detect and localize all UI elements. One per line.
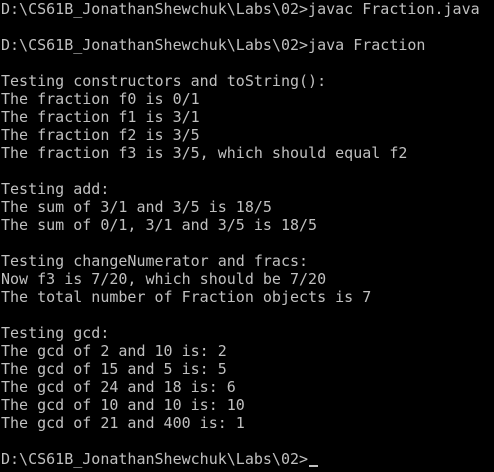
console-line-output: Testing constructors and toString():: [1, 72, 327, 90]
console-line-blank: [0, 162, 494, 180]
text-cursor: [309, 465, 319, 467]
console-prompt: D:\CS61B_JonathanShewchuk\Labs\02>: [1, 450, 309, 468]
console-line-output: Testing changeNumerator and fracs:: [1, 252, 309, 270]
console-line-output: Testing add:: [1, 180, 110, 198]
console-line-blank: [0, 54, 494, 72]
console-line-output: The fraction f2 is 3/5: [1, 126, 200, 144]
console-line-output: The fraction f0 is 0/1: [1, 90, 200, 108]
console-line-output: The gcd of 24 and 18 is: 6: [1, 378, 236, 396]
console-line-output: The gcd of 21 and 400 is: 1: [1, 414, 245, 432]
console-window[interactable]: D:\CS61B_JonathanShewchuk\Labs\02>javac …: [0, 0, 494, 472]
console-line-output: Now f3 is 7/20, which should be 7/20: [1, 270, 327, 288]
console-line-output: The gcd of 10 and 10 is: 10: [1, 396, 245, 414]
console-prompt-line[interactable]: D:\CS61B_JonathanShewchuk\Labs\02>: [0, 450, 494, 468]
console-line-blank: [0, 18, 494, 36]
console-line-output: Testing gcd:: [1, 324, 110, 342]
console-line-output: The gcd of 15 and 5 is: 5: [1, 360, 227, 378]
console-line-output: The fraction f1 is 3/1: [1, 108, 200, 126]
console-line-output: The sum of 3/1 and 3/5 is 18/5: [1, 198, 272, 216]
console-line-javac-command: D:\CS61B_JonathanShewchuk\Labs\02>javac …: [1, 0, 480, 18]
console-line-blank: [0, 432, 494, 450]
console-line-blank: [0, 234, 494, 252]
console-line-output: The fraction f3 is 3/5, which should equ…: [1, 144, 408, 162]
console-line-java-command: D:\CS61B_JonathanShewchuk\Labs\02>java F…: [1, 36, 426, 54]
console-line-output: The gcd of 2 and 10 is: 2: [1, 342, 227, 360]
console-line-blank: [0, 306, 494, 324]
console-line-output: The total number of Fraction objects is …: [1, 288, 372, 306]
console-line-output: The sum of 0/1, 3/1 and 3/5 is 18/5: [1, 216, 318, 234]
